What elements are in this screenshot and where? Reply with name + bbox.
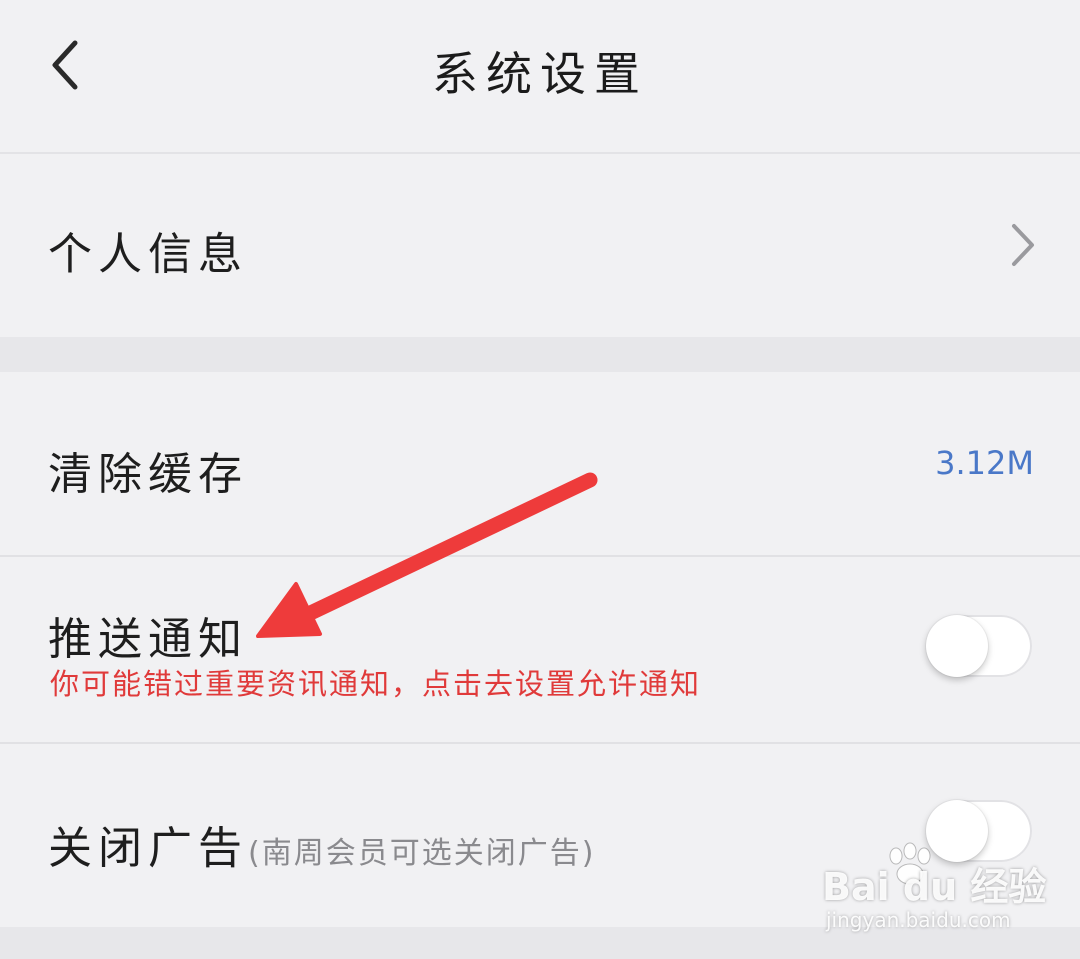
personal-info-label: 个人信息 [48, 229, 248, 280]
nav-bar: 系统设置 [0, 0, 1080, 154]
close-ads-hint: (南周会员可选关闭广告) [248, 836, 596, 871]
close-ads-row-label: 关闭广告(南周会员可选关闭广告) [48, 812, 595, 876]
close-ads-label: 关闭广告 [48, 823, 248, 874]
settings-row-personal-info[interactable]: 个人信息 [0, 154, 1080, 337]
push-notification-toggle[interactable] [926, 615, 1032, 677]
settings-row-close-ads: 关闭广告(南周会员可选关闭广告) [0, 744, 1080, 927]
toggle-knob [926, 800, 988, 862]
page-title: 系统设置 [432, 47, 648, 101]
notification-warning-text[interactable]: 你可能错过重要资讯通知，点击去设置允许通知 [50, 661, 701, 703]
chevron-right-icon [1012, 224, 1034, 266]
push-notification-label: 推送通知 [48, 614, 248, 665]
clear-cache-label: 清除缓存 [48, 449, 248, 500]
settings-row-clear-cache[interactable]: 清除缓存 3.12M [0, 372, 1080, 555]
close-ads-toggle[interactable] [926, 800, 1032, 862]
toggle-knob [926, 615, 988, 677]
cache-size-value: 3.12M [935, 444, 1034, 482]
settings-row-push-notification: 推送通知 你可能错过重要资讯通知，点击去设置允许通知 [0, 557, 1080, 742]
